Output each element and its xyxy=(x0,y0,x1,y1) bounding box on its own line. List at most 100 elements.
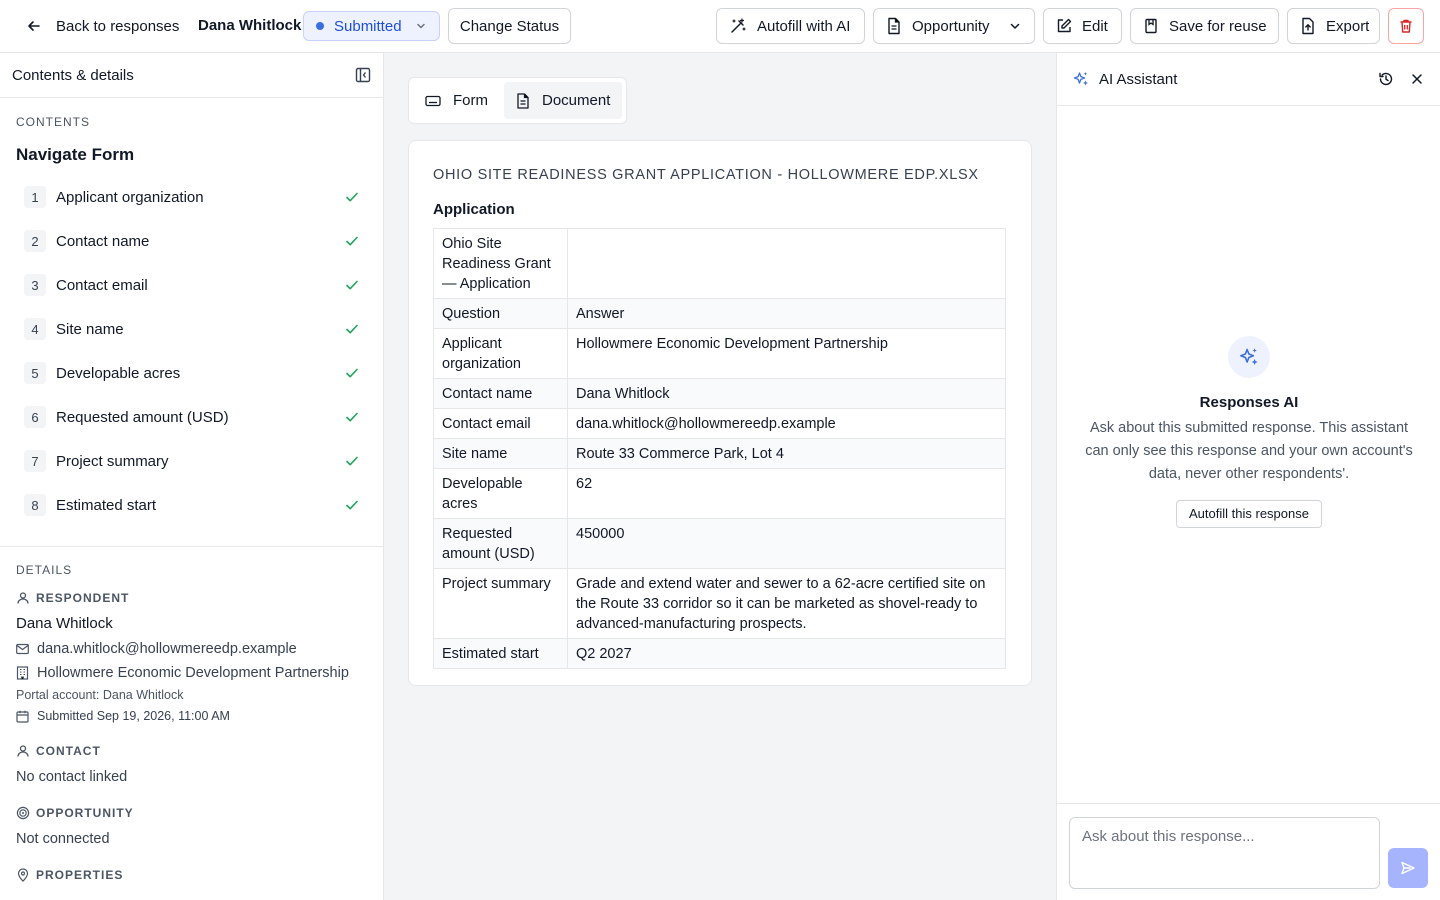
edit-button[interactable]: Edit xyxy=(1043,8,1122,44)
table-row: Site name Route 33 Commerce Park, Lot 4 xyxy=(433,438,1006,469)
respondent-email: dana.whitlock@hollowmereedp.example xyxy=(37,641,297,657)
back-to-responses-button[interactable]: Back to responses xyxy=(18,9,187,43)
nav-item[interactable]: 1 Applicant organization xyxy=(16,175,367,219)
nav-item-number: 8 xyxy=(24,494,46,516)
answer-cell: 450000 xyxy=(567,518,1006,569)
file-export-icon xyxy=(1300,17,1316,35)
collapse-sidebar-icon[interactable] xyxy=(355,67,371,83)
check-icon xyxy=(345,410,359,424)
answer-cell: Dana Whitlock xyxy=(567,378,1006,409)
nav-item[interactable]: 8 Estimated start xyxy=(16,483,367,527)
tab-form[interactable]: Form xyxy=(413,82,500,119)
question-cell: Site name xyxy=(433,438,568,469)
edit-icon xyxy=(1056,18,1072,34)
opportunity-detail-label: OPPORTUNITY xyxy=(36,806,134,820)
ai-message-input[interactable] xyxy=(1069,817,1380,889)
table-row: Estimated start Q2 2027 xyxy=(433,638,1006,669)
export-button[interactable]: Export xyxy=(1287,8,1380,44)
question-cell: Contact email xyxy=(433,408,568,439)
check-icon xyxy=(345,234,359,248)
nav-item[interactable]: 2 Contact name xyxy=(16,219,367,263)
table-row: Developable acres 62 xyxy=(433,468,1006,519)
sparkles-icon xyxy=(1239,347,1259,367)
nav-item-number: 3 xyxy=(24,274,46,296)
nav-item-number: 2 xyxy=(24,230,46,252)
save-reuse-label: Save for reuse xyxy=(1169,17,1267,35)
delete-button[interactable] xyxy=(1388,8,1424,44)
top-toolbar: Back to responses Dana Whitlock Submitte… xyxy=(0,0,1440,53)
answer-cell: Answer xyxy=(567,298,1006,329)
ai-empty-title: Responses AI xyxy=(1199,394,1299,411)
back-label: Back to responses xyxy=(56,17,180,35)
contents-sidebar: Contents & details CONTENTS Navigate For… xyxy=(0,53,384,900)
trash-icon xyxy=(1398,18,1414,34)
opportunity-value: Not connected xyxy=(16,831,110,847)
table-row: Requested amount (USD) 450000 xyxy=(433,518,1006,569)
nav-item-label: Contact name xyxy=(56,232,150,250)
question-cell: Estimated start xyxy=(433,638,568,669)
portal-account: Portal account: Dana Whitlock xyxy=(16,688,184,702)
check-icon xyxy=(345,498,359,512)
answer-cell: Hollowmere Economic Development Partners… xyxy=(567,328,1006,379)
answer-cell: Grade and extend water and sewer to a 62… xyxy=(567,568,1006,639)
question-cell: Ohio Site Readiness Grant — Application xyxy=(433,228,568,299)
nav-item-number: 6 xyxy=(24,406,46,428)
nav-item[interactable]: 4 Site name xyxy=(16,307,367,351)
nav-item[interactable]: 7 Project summary xyxy=(16,439,367,483)
autofill-response-button[interactable]: Autofill this response xyxy=(1176,500,1322,528)
nav-item-number: 5 xyxy=(24,362,46,384)
change-status-button[interactable]: Change Status xyxy=(448,8,571,44)
nav-item[interactable]: 3 Contact email xyxy=(16,263,367,307)
calendar-icon xyxy=(16,710,29,723)
table-row: Project summary Grade and extend water an… xyxy=(433,568,1006,639)
check-icon xyxy=(345,454,359,468)
table-row: Contact email dana.whitlock@hollowmereedp… xyxy=(433,408,1006,439)
ai-panel-header: AI Assistant xyxy=(1057,53,1440,106)
target-icon xyxy=(16,806,30,820)
question-cell: Requested amount (USD) xyxy=(433,518,568,569)
save-for-reuse-button[interactable]: Save for reuse xyxy=(1130,8,1279,44)
check-icon xyxy=(345,278,359,292)
respondent-email-row: dana.whitlock@hollowmereedp.example xyxy=(16,641,367,657)
nav-item[interactable]: 5 Developable acres xyxy=(16,351,367,395)
ai-composer xyxy=(1057,803,1440,900)
sparkles-icon xyxy=(1073,71,1089,87)
tab-document[interactable]: Document xyxy=(504,82,623,119)
close-icon[interactable] xyxy=(1410,72,1424,86)
respondent-org-row: Hollowmere Economic Development Partners… xyxy=(16,665,367,681)
send-icon xyxy=(1400,860,1416,876)
table-row: Contact name Dana Whitlock xyxy=(433,378,1006,409)
question-cell: Project summary xyxy=(433,568,568,639)
ai-empty-description: Ask about this submitted response. This … xyxy=(1085,420,1413,482)
status-dropdown[interactable]: Submitted xyxy=(303,11,440,41)
sidebar-title: Contents & details xyxy=(12,66,134,84)
contents-section: CONTENTS Navigate Form 1 Applicant organi… xyxy=(0,98,383,547)
document-section-title: Application xyxy=(433,201,515,218)
status-dot-icon xyxy=(316,22,324,30)
nav-item-label: Developable acres xyxy=(56,364,181,382)
properties-heading: PROPERTIES xyxy=(16,868,367,882)
opportunity-dropdown[interactable]: Opportunity xyxy=(873,8,1035,44)
respondent-label: RESPONDENT xyxy=(36,591,130,605)
table-row: Question Answer xyxy=(433,298,1006,329)
magic-wand-icon xyxy=(729,17,747,35)
autofill-with-ai-button[interactable]: Autofill with AI xyxy=(716,8,865,44)
nav-item[interactable]: 6 Requested amount (USD) xyxy=(16,395,367,439)
nav-item-number: 7 xyxy=(24,450,46,472)
tab-form-label: Form xyxy=(453,92,488,109)
contact-label: CONTACT xyxy=(36,744,101,758)
history-icon[interactable] xyxy=(1378,71,1394,87)
send-button[interactable] xyxy=(1388,848,1428,888)
user-icon xyxy=(16,591,30,605)
bookmark-icon xyxy=(1143,18,1159,34)
details-label: DETAILS xyxy=(16,563,73,577)
respondent-org: Hollowmere Economic Development Partners… xyxy=(37,665,349,681)
form-nav-list: 1 Applicant organization 2 Contact name 3 Con… xyxy=(16,175,367,527)
check-icon xyxy=(345,366,359,380)
chevron-down-icon xyxy=(1008,19,1022,33)
respondent-name-detail: Dana Whitlock xyxy=(16,615,113,632)
chevron-down-icon xyxy=(415,20,427,32)
check-icon xyxy=(345,190,359,204)
contents-label: CONTENTS xyxy=(16,115,90,129)
export-label: Export xyxy=(1326,17,1370,35)
